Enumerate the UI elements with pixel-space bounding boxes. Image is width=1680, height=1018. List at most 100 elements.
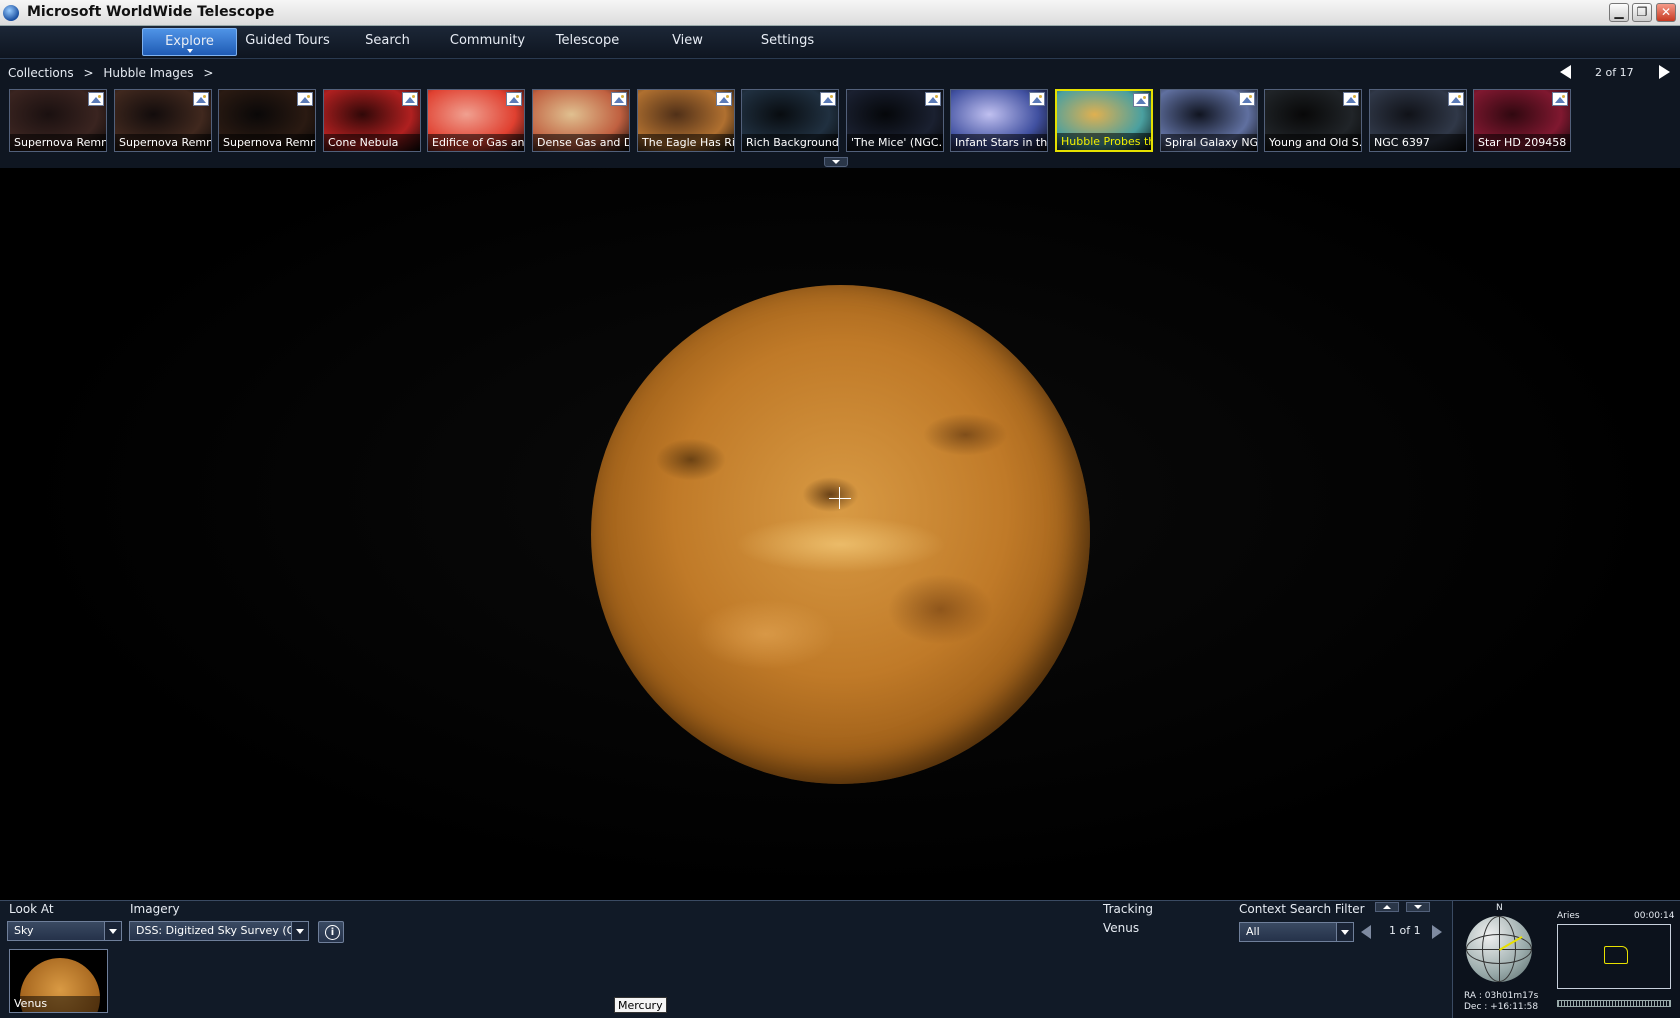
breadcrumb-separator: > [203,66,214,80]
close-button[interactable]: ✕ [1656,3,1676,22]
tab-telescope[interactable]: Telescope [540,28,635,56]
collapse-panel-button[interactable] [824,157,848,167]
image-icon [1133,93,1149,107]
image-icon [88,92,104,106]
compass-north-label: N [1496,903,1503,913]
next-page-icon[interactable] [1659,65,1670,79]
chevron-down-icon[interactable] [1336,923,1353,941]
scroll-up-button[interactable] [1375,902,1399,912]
imagery-select[interactable]: DSS: Digitized Sky Survey (O... [129,921,309,941]
collection-thumbnail[interactable]: 'The Mice' (NGC... [846,89,944,152]
look-at-label: Look At [9,902,54,916]
look-at-thumbnail-caption: Venus [10,996,107,1012]
look-at-select[interactable]: Sky [7,921,122,941]
collection-thumbnail[interactable]: Young and Old S... [1264,89,1362,152]
explore-panel: Collections > Hubble Images > 2 of 17 Su… [0,59,1680,168]
breadcrumb-separator: > [83,66,94,80]
object-tooltip: Mercury [614,997,667,1013]
image-icon [925,92,941,106]
tab-explore[interactable]: Explore [142,28,237,56]
collection-thumbnail[interactable]: Hubble Probes th... [1055,89,1153,152]
chevron-down-icon[interactable] [291,922,308,940]
look-at-value: Sky [14,924,34,937]
collection-thumbnail[interactable]: Cone Nebula [323,89,421,152]
chevron-down-icon[interactable] [104,922,121,940]
context-search-filter-label: Context Search Filter [1239,902,1365,916]
context-search-filter-value: All [1246,925,1260,938]
collection-thumbnail[interactable]: The Eagle Has Ri... [637,89,735,152]
title-bar: Microsoft WorldWide Telescope ▁ ❐ ✕ [0,0,1680,26]
info-icon: i [325,925,340,940]
thumbnail-caption: Supernova Remn... [219,134,315,151]
imagery-label: Imagery [130,902,180,916]
ra-readout: RA : 03h01m17s [1464,991,1539,1001]
venus-planet-image[interactable] [591,285,1090,784]
collection-thumbnail[interactable]: Supernova Remn... [218,89,316,152]
collection-thumbnail[interactable]: Supernova Remn... [9,89,107,152]
thumbnail-caption: 'The Mice' (NGC... [847,134,943,151]
page-indicator: 2 of 17 [1595,66,1634,79]
collection-thumbnail[interactable]: Spiral Galaxy NG... [1160,89,1258,152]
previous-page-icon[interactable] [1560,65,1571,79]
collection-thumbnail[interactable]: Star HD 209458 [1473,89,1571,152]
collection-thumbnail[interactable]: Rich Background... [741,89,839,152]
sky-view[interactable] [0,168,1680,900]
minimize-button[interactable]: ▁ [1609,3,1629,22]
globe-orientation-icon[interactable] [1466,916,1532,982]
context-search-filter-select[interactable]: All [1239,922,1354,942]
collection-pager: 2 of 17 [1540,62,1680,82]
restore-button[interactable]: ❐ [1632,3,1652,22]
context-page-indicator: 1 of 1 [1389,924,1421,937]
constellation-minimap[interactable] [1557,924,1671,989]
thumbnail-caption: Rich Background... [742,134,838,151]
collection-thumbnail[interactable]: Dense Gas and D... [532,89,630,152]
time-scrubber[interactable] [1557,1000,1671,1007]
breadcrumb-hubble-images[interactable]: Hubble Images [103,66,193,80]
image-icon [402,92,418,106]
image-icon [1343,92,1359,106]
image-icon [820,92,836,106]
tab-community[interactable]: Community [440,28,535,56]
constellation-label: Aries [1557,911,1580,921]
main-menu-bar: Explore Guided Tours Search Community Te… [0,26,1680,59]
thumbnail-caption: Edifice of Gas an... [428,134,524,151]
collection-thumbnail[interactable]: Supernova Remn... [114,89,212,152]
thumbnail-caption: Supernova Remn... [115,134,211,151]
thumbnail-caption: Cone Nebula [324,134,420,151]
breadcrumb-collections[interactable]: Collections [8,66,74,80]
crosshair-icon [829,498,851,499]
thumbnail-caption: Young and Old S... [1265,134,1361,151]
context-previous-icon[interactable] [1361,925,1371,939]
breadcrumb: Collections > Hubble Images > [8,66,219,80]
tab-search[interactable]: Search [340,28,435,56]
time-display: 00:00:14 [1634,911,1675,921]
thumbnail-caption: NGC 6397 [1370,134,1466,151]
imagery-value: DSS: Digitized Sky Survey (O... [136,924,306,937]
image-icon [297,92,313,106]
collection-thumbnail[interactable]: Infant Stars in th... [950,89,1048,152]
image-icon [1552,92,1568,106]
bottom-control-panel: Look At Sky Imagery DSS: Digitized Sky S… [0,900,1680,1018]
scroll-down-button[interactable] [1406,902,1430,912]
thumbnail-caption: Supernova Remn... [10,134,106,151]
imagery-info-button[interactable]: i [318,921,344,943]
window-title: Microsoft WorldWide Telescope [27,4,275,20]
dec-readout: Dec : +16:11:58 [1464,1002,1539,1012]
image-icon [193,92,209,106]
image-icon [1239,92,1255,106]
collection-thumbnail[interactable]: Edifice of Gas an... [427,89,525,152]
thumbnail-caption: Hubble Probes th... [1057,133,1151,150]
tracking-label: Tracking [1103,902,1153,916]
image-icon [716,92,732,106]
image-icon [506,92,522,106]
tracking-value: Venus [1103,921,1140,935]
tab-view[interactable]: View [640,28,735,56]
tab-settings[interactable]: Settings [740,28,835,56]
constellation-outline [1604,946,1628,964]
app-logo-icon [3,5,19,21]
thumbnail-caption: Spiral Galaxy NG... [1161,134,1257,151]
collection-thumbnail[interactable]: NGC 6397 [1369,89,1467,152]
look-at-thumbnail[interactable]: Venus [9,949,108,1013]
tab-guided-tours[interactable]: Guided Tours [240,28,335,56]
context-next-icon[interactable] [1432,925,1442,939]
